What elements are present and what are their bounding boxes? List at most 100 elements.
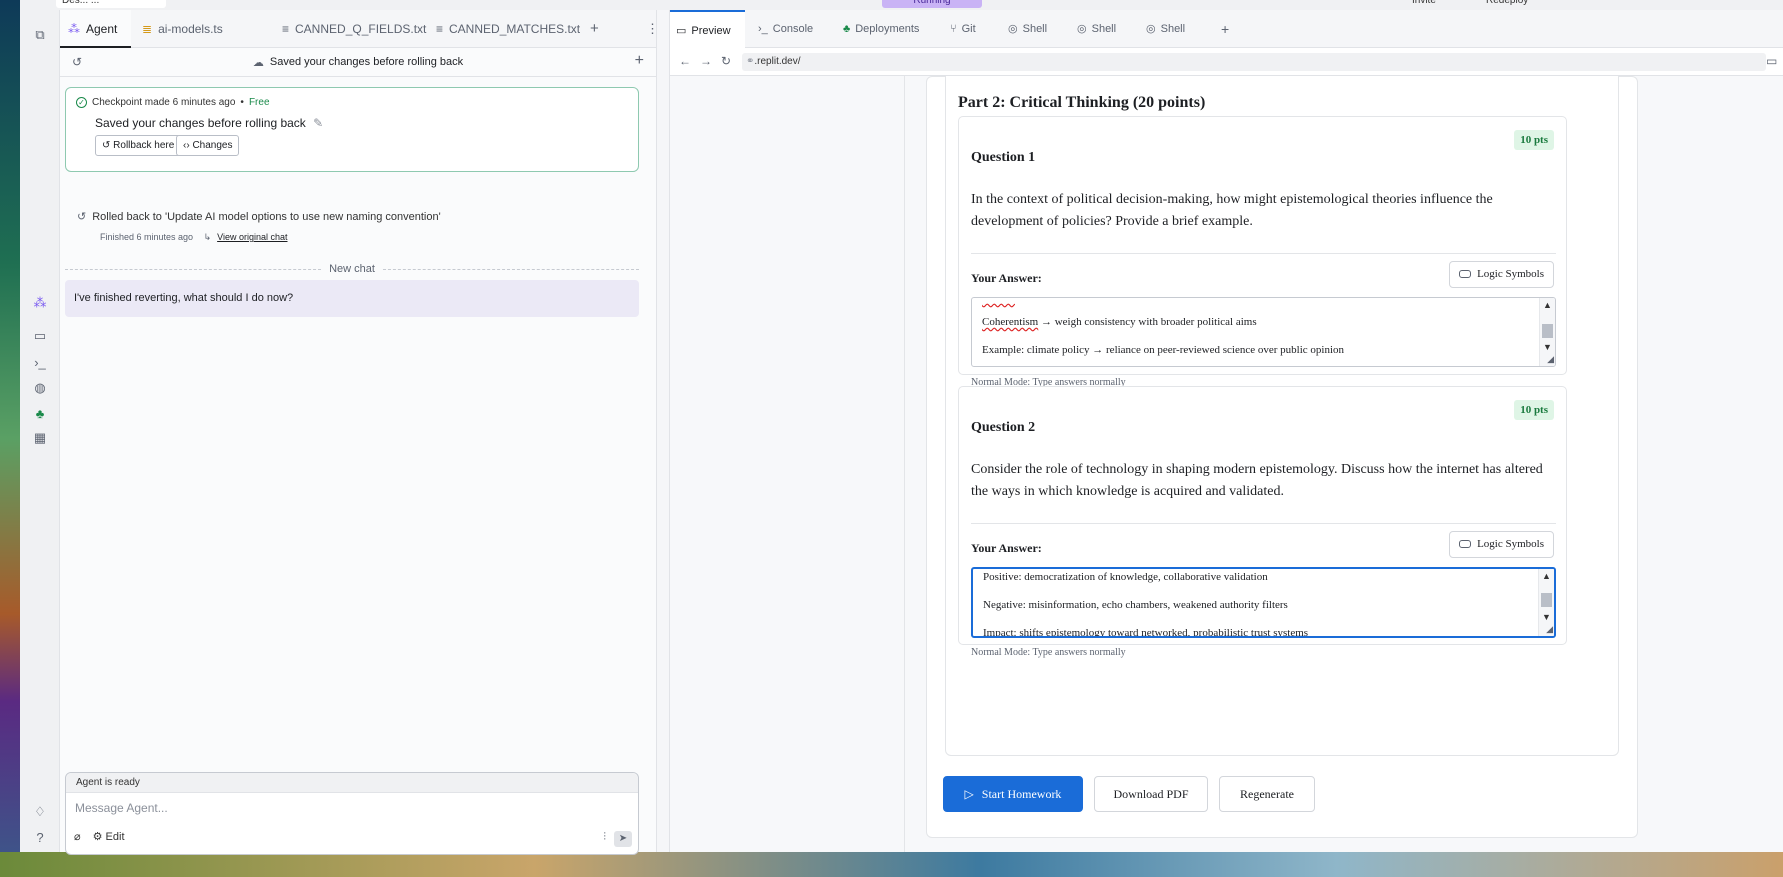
tab-label: Preview	[691, 25, 731, 37]
tab-agent[interactable]: ⁂ Agent	[60, 10, 132, 48]
tab-label: CANNED_MATCHES.txt	[449, 22, 581, 36]
new-chat-plus-icon[interactable]: +	[635, 52, 644, 70]
points-badge: 10 pts	[1514, 130, 1554, 150]
reload-icon[interactable]: ↻	[721, 54, 731, 68]
tab-shell-2[interactable]: ◎ Shell	[1077, 10, 1116, 48]
url-text: .replit.dev/	[754, 56, 801, 67]
scroll-thumb[interactable]	[1542, 324, 1553, 338]
shell-icon: ◎	[1077, 23, 1087, 35]
resize-grip-icon[interactable]: ◢	[1547, 354, 1554, 365]
rollback-message: ↺ Rolled back to 'Update AI model options…	[77, 210, 441, 223]
files-icon[interactable]: ⧉	[30, 25, 50, 45]
tab-label: ai-models.ts	[158, 22, 223, 36]
answer-label: Your Answer:	[971, 271, 1042, 285]
tab-preview[interactable]: ▭ Preview	[670, 10, 745, 48]
deploy-icon[interactable]: ♣	[30, 403, 50, 423]
redeploy-button[interactable]: Redeploy	[1486, 0, 1528, 8]
forward-icon[interactable]: →	[700, 54, 712, 68]
agent-icon[interactable]: ⁂	[30, 293, 50, 313]
send-icon[interactable]: ➤	[614, 831, 632, 847]
desktop-icons-strip	[0, 0, 20, 877]
keyboard-icon	[1459, 270, 1472, 279]
tab-shell-3[interactable]: ◎ Shell	[1146, 10, 1185, 48]
answer-textarea[interactable]: Coherentism → weigh consistency with bro…	[971, 297, 1556, 367]
project-name[interactable]: Des... ...	[56, 0, 166, 8]
checkpoint-title-text: Saved your changes before rolling back	[95, 116, 306, 130]
divider-line	[382, 268, 640, 270]
new-tab-button[interactable]: +	[1221, 10, 1229, 48]
history-icon[interactable]: ↺	[72, 55, 82, 69]
edit-mode-button[interactable]: ⚙ Edit	[93, 830, 125, 843]
answer-line: Coherentism → weigh consistency with bro…	[982, 316, 1257, 328]
scroll-thumb[interactable]	[1541, 593, 1552, 607]
url-bar: ← → ↻ ⚭.replit.dev/ ▭	[670, 48, 1783, 76]
scroll-up-icon[interactable]: ▲	[1542, 571, 1551, 581]
download-pdf-button[interactable]: Download PDF	[1094, 776, 1208, 812]
start-homework-button[interactable]: ▷ Start Homework	[943, 776, 1083, 812]
answer-line: Impact: shifts epistemology toward netwo…	[983, 627, 1309, 638]
help-icon[interactable]: ?	[30, 827, 50, 847]
answer-textarea[interactable]: Positive: democratization of knowledge, …	[971, 567, 1556, 638]
scroll-up-icon[interactable]: ▲	[1543, 300, 1552, 310]
settings-sliders-icon[interactable]: ⫶	[603, 831, 606, 844]
git-icon: ⑂	[950, 23, 957, 35]
scroll-down-icon[interactable]: ▼	[1542, 612, 1551, 622]
regenerate-button[interactable]: Regenerate	[1219, 776, 1315, 812]
paperclip-icon[interactable]: ⌀	[74, 830, 81, 843]
file-icon: ≡	[282, 22, 290, 36]
deploy-icon: ♣	[843, 23, 851, 35]
question-title: Question 1	[971, 150, 1036, 165]
device-icon[interactable]: ▭	[1766, 54, 1777, 68]
apps-grid-icon[interactable]: ▦	[30, 428, 50, 448]
bell-icon[interactable]: ♢	[30, 802, 50, 822]
tab-git[interactable]: ⑂ Git	[950, 10, 976, 48]
terminal-icon[interactable]: ›_	[30, 352, 50, 372]
run-button[interactable]: Running	[882, 0, 982, 8]
tab-label: Shell	[1022, 23, 1048, 35]
rollback-icon: ↺	[77, 211, 87, 223]
new-chat-divider: New chat	[65, 262, 640, 276]
invite-button[interactable]: Invite	[1412, 0, 1436, 8]
file-icon: ≡	[436, 22, 444, 36]
rollback-text: Rolled back to 'Update AI model options …	[92, 211, 441, 223]
tab-canned-q-fields[interactable]: ≡ CANNED_Q_FIELDS.txt	[282, 10, 426, 48]
edit-label: Edit	[105, 831, 125, 843]
points-badge: 10 pts	[1514, 400, 1554, 420]
keyboard-icon	[1459, 540, 1472, 549]
new-chat-label: New chat	[329, 263, 375, 275]
finished-time: Finished 6 minutes ago	[100, 232, 194, 242]
changes-button[interactable]: ‹› Changes	[176, 135, 240, 156]
cloud-icon: ☁	[252, 56, 264, 69]
tab-canned-matches[interactable]: ≡ CANNED_MATCHES.txt	[436, 10, 580, 48]
tab-label: Git	[961, 23, 976, 35]
new-tab-button[interactable]: +	[590, 10, 599, 48]
answer-line: Positive: democratization of knowledge, …	[983, 571, 1268, 583]
preview-panel: ▭ Preview ›_ Console ♣ Deployments ⑂ Git ◎ Sh…	[670, 10, 1783, 852]
question-card: 10 pts Question 2 Consider the role of t…	[958, 386, 1567, 658]
scroll-down-icon[interactable]: ▼	[1543, 342, 1552, 352]
back-icon[interactable]: ←	[679, 54, 691, 68]
resize-grip-icon[interactable]: ◢	[1546, 624, 1553, 635]
left-tabs: ⁂ Agent ≣ ai-models.ts ≡ CANNED_Q_FIELDS.tx…	[60, 10, 659, 48]
logic-symbols-button[interactable]: Logic Symbols	[1449, 261, 1554, 288]
tab-label: CANNED_Q_FIELDS.txt	[295, 22, 427, 36]
tab-shell-1[interactable]: ◎ Shell	[1008, 10, 1047, 48]
edit-pencil-icon[interactable]: ✎	[313, 116, 323, 130]
rollback-here-button[interactable]: ↺ Rollback here	[95, 135, 182, 156]
database-icon[interactable]: ◍	[30, 378, 50, 398]
tab-deployments[interactable]: ♣ Deployments	[843, 10, 919, 48]
view-original-chat-link[interactable]: View original chat	[217, 232, 287, 242]
monitor-icon[interactable]: ▭	[30, 326, 50, 346]
tab-ai-models[interactable]: ≣ ai-models.ts	[142, 10, 223, 48]
url-input[interactable]: ⚭.replit.dev/	[742, 53, 1766, 71]
message-input[interactable]: Message Agent...	[75, 801, 168, 815]
question-title: Question 2	[971, 420, 1036, 435]
rollback-banner: ↺ ☁ Saved your changes before rolling ba…	[60, 48, 656, 77]
panel-splitter[interactable]	[657, 10, 670, 852]
logic-symbols-button[interactable]: Logic Symbols	[1449, 531, 1554, 558]
banner-text: Saved your changes before rolling back	[269, 56, 464, 68]
question-card: 10 pts Question 1 In the context of poli…	[958, 116, 1567, 388]
section-title: Part 2: Critical Thinking (20 points)	[958, 94, 1206, 111]
divider-line	[65, 268, 322, 270]
tab-console[interactable]: ›_ Console	[758, 10, 813, 48]
